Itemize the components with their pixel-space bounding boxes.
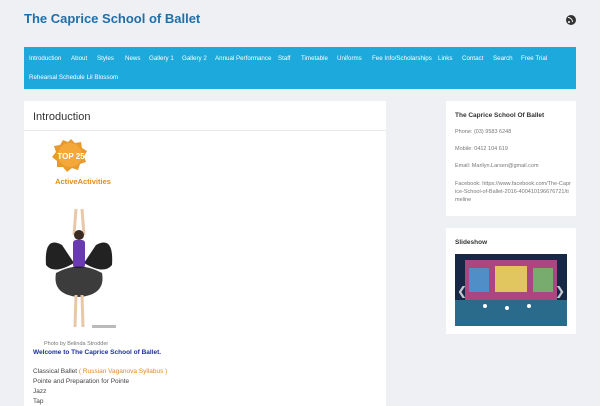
contact-facebook: Facebook: https://www.facebook.com/The-C…	[455, 181, 571, 203]
main-content: Introduction TOP 25 ActiveActivities Pho…	[24, 101, 386, 406]
rss-icon[interactable]	[566, 15, 576, 25]
nav-item-news[interactable]: News	[125, 55, 140, 63]
nav-item-free-trial[interactable]: Free Trial	[521, 55, 547, 63]
contact-phone: Phone: (03) 9583 6248	[455, 129, 512, 135]
slideshow-widget: Slideshow ❮ ❯	[446, 228, 576, 334]
style-jazz: Jazz	[33, 388, 47, 395]
nav-item-styles[interactable]: Styles	[97, 55, 114, 63]
nav-item-search[interactable]: Search	[493, 55, 513, 63]
badge-title: TOP 25	[57, 152, 85, 161]
slideshow-widget-title: Slideshow	[455, 239, 488, 246]
nav-item-uniforms[interactable]: Uniforms	[337, 55, 362, 63]
contact-email: Email: Marilyn.Larsen@gmail.com	[455, 163, 539, 169]
nav-item-links[interactable]: Links	[438, 55, 452, 63]
nav-item-contact[interactable]: Contact	[462, 55, 483, 63]
nav-item-annual-performance[interactable]: Annual Performance	[215, 55, 271, 63]
nav-item-gallery-1[interactable]: Gallery 1	[149, 55, 174, 63]
nav-item-about[interactable]: About	[71, 55, 87, 63]
welcome-heading: Welcome to The Caprice School of Ballet.	[33, 349, 162, 356]
contact-widget-title: The Caprice School Of Ballet	[455, 112, 545, 119]
nav-item-gallery-2[interactable]: Gallery 2	[182, 55, 207, 63]
style-tap: Tap	[33, 398, 44, 405]
site-title[interactable]: The Caprice School of Ballet	[24, 11, 200, 26]
ballet-dancer-photo	[34, 205, 124, 335]
nav-item-rehearsal-schedule[interactable]: Rehearsal Schedule Lil Blossom	[29, 74, 118, 82]
slideshow-next-icon[interactable]: ❯	[555, 285, 565, 297]
nav-item-fee-info[interactable]: Fee Info/Scholarships	[372, 55, 432, 63]
active-activities-logo: ActiveActivities	[55, 177, 111, 186]
nav-item-introduction[interactable]: Introduction	[29, 55, 61, 63]
russian-vaganova-link[interactable]: ( Russian Vaganova Syllabus )	[79, 368, 167, 375]
classical-ballet-label: Classical Ballet	[33, 368, 78, 375]
main-navigation: Introduction About Styles News Gallery 1…	[24, 47, 576, 89]
title-divider	[24, 130, 386, 131]
contact-mobile: Mobile: 0412 104 619	[455, 146, 508, 152]
page-title: Introduction	[33, 111, 91, 123]
style-pointe: Pointe and Preparation for Pointe	[33, 378, 130, 385]
top-25-award-badge: TOP 25 ActiveActivities	[48, 137, 118, 193]
slideshow-prev-icon[interactable]: ❮	[457, 285, 467, 297]
nav-item-timetable[interactable]: Timetable	[301, 55, 328, 63]
photo-caption: Photo by Belinda Strodder	[44, 341, 109, 347]
nav-item-staff[interactable]: Staff	[278, 55, 291, 63]
contact-widget: The Caprice School Of Ballet Phone: (03)…	[446, 101, 576, 216]
style-classical-ballet: Classical Ballet ( Russian Vaganova Syll…	[33, 368, 167, 375]
slideshow-image[interactable]: ❮ ❯	[455, 254, 567, 326]
